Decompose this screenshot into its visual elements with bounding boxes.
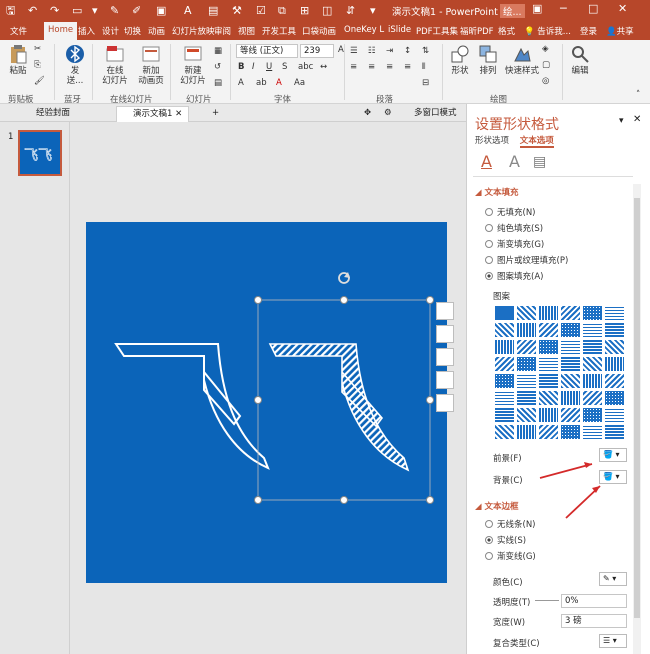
annotation-arrows xyxy=(539,462,601,519)
powerpoint-window: { "title_bar": { "title": "演示文稿1 - Power… xyxy=(0,0,650,654)
arrow-foreground xyxy=(539,463,593,479)
